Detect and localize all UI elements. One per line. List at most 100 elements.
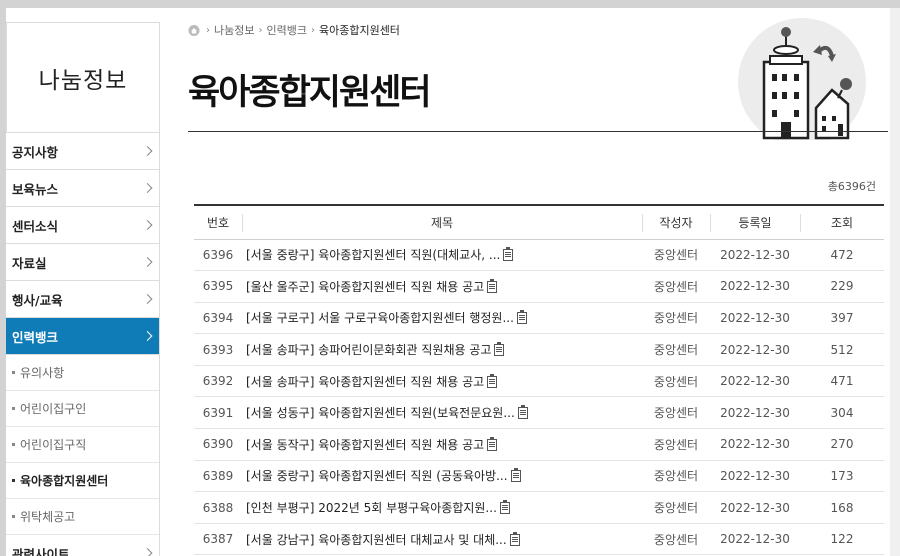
cell-author: 중앙센터 bbox=[642, 396, 710, 430]
cell-number: 6389 bbox=[194, 460, 242, 493]
table-row[interactable]: 6388 [인천 부평구] 2022년 5회 부평구육아종합지원... 중앙센터… bbox=[194, 491, 884, 524]
sidebar-item-resources[interactable]: 자료실 bbox=[6, 244, 159, 281]
buildings-illustration bbox=[720, 12, 870, 146]
post-title-link[interactable]: [서울 동작구] 육아종합지원센터 직원 채용 공고 bbox=[246, 438, 484, 452]
cell-number: 6392 bbox=[194, 365, 242, 398]
home-icon[interactable] bbox=[188, 24, 200, 36]
table-row[interactable]: 6392 [서울 송파구] 육아종합지원센터 직원 채용 공고 중앙센터 202… bbox=[194, 365, 884, 398]
document-icon bbox=[487, 436, 498, 451]
table-row[interactable]: 6389 [서울 중랑구] 육아종합지원센터 직원 (공동육아방... 중앙센터… bbox=[194, 460, 884, 493]
cell-author: 중앙센터 bbox=[642, 365, 710, 398]
sidebar-item-label: 자료실 bbox=[12, 255, 47, 271]
sidebar-item-job-bank[interactable]: 인력뱅크 bbox=[6, 318, 159, 355]
submenu-item-label: 어린이집구직 bbox=[20, 438, 87, 452]
submenu-item-childcare-support-center[interactable]: 육아종합지원센터 bbox=[6, 463, 159, 499]
breadcrumb-item[interactable]: 인력뱅크 bbox=[266, 22, 306, 38]
header-date: 등록일 bbox=[710, 204, 800, 240]
chevron-right-icon bbox=[142, 548, 153, 556]
bullet-icon bbox=[12, 515, 15, 518]
cell-subject: [서울 강남구] 육아종합지원센터 대체교사 및 대체... bbox=[242, 523, 642, 556]
sidebar-title: 나눔정보 bbox=[6, 22, 160, 132]
cell-subject: [서울 중랑구] 육아종합지원센터 직원 (공동육아방... bbox=[242, 460, 642, 493]
bullet-icon bbox=[12, 407, 15, 410]
total-count: 총6396건 bbox=[827, 180, 876, 193]
table-row[interactable]: 6393 [서울 송파구] 송파어린이문화회관 직원채용 공고 중앙센터 202… bbox=[194, 333, 884, 366]
header-subject: 제목 bbox=[242, 204, 642, 240]
cell-author: 중앙센터 bbox=[642, 270, 710, 303]
cell-author: 중앙센터 bbox=[642, 302, 710, 335]
table-row[interactable]: 6395 [울산 울주군] 육아종합지원센터 직원 채용 공고 중앙센터 202… bbox=[194, 270, 884, 303]
cell-date: 2022-12-30 bbox=[710, 239, 800, 272]
table-row[interactable]: 6396 [서울 중랑구] 육아종합지원센터 직원(대체교사, ... 중앙센터… bbox=[194, 239, 884, 272]
bullet-icon bbox=[12, 371, 15, 374]
cell-views: 173 bbox=[800, 460, 884, 493]
cell-author: 중앙센터 bbox=[642, 333, 710, 366]
cell-number: 6387 bbox=[194, 523, 242, 556]
sidebar-item-notices[interactable]: 공지사항 bbox=[6, 133, 159, 170]
submenu-item-daycare-job-seeking[interactable]: 어린이집구직 bbox=[6, 427, 159, 463]
cell-views: 471 bbox=[800, 365, 884, 398]
document-icon bbox=[510, 468, 521, 483]
document-icon bbox=[487, 278, 498, 293]
page: 나눔정보 공지사항 보육뉴스 센터소식 자료실 행사/교육 인력뱅크 유의사항 … bbox=[6, 8, 890, 556]
post-title-link[interactable]: [울산 울주군] 육아종합지원센터 직원 채용 공고 bbox=[246, 280, 484, 294]
chevron-right-icon bbox=[142, 183, 153, 193]
cell-number: 6393 bbox=[194, 333, 242, 366]
cell-views: 472 bbox=[800, 239, 884, 272]
cell-number: 6391 bbox=[194, 396, 242, 430]
submenu-item-daycare-hiring[interactable]: 어린이집구인 bbox=[6, 391, 159, 427]
breadcrumb-separator: › bbox=[310, 24, 315, 36]
cell-author: 중앙센터 bbox=[642, 460, 710, 493]
cell-subject: [인천 부평구] 2022년 5회 부평구육아종합지원... bbox=[242, 491, 642, 524]
post-title-link[interactable]: [서울 중랑구] 육아종합지원센터 직원(대체교사, ... bbox=[246, 248, 500, 262]
sidebar-item-label: 공지사항 bbox=[12, 144, 59, 160]
sidebar-menu: 공지사항 보육뉴스 센터소식 자료실 행사/교육 인력뱅크 유의사항 어린이집구… bbox=[6, 132, 160, 556]
sidebar-item-label: 보육뉴스 bbox=[12, 181, 59, 197]
cell-number: 6388 bbox=[194, 491, 242, 524]
cell-date: 2022-12-30 bbox=[710, 270, 800, 303]
breadcrumb-item[interactable]: 나눔정보 bbox=[214, 22, 254, 38]
document-icon bbox=[487, 373, 498, 388]
sidebar-item-label: 인력뱅크 bbox=[12, 329, 59, 345]
bullet-icon bbox=[12, 443, 15, 446]
cell-author: 중앙센터 bbox=[642, 239, 710, 272]
sidebar-item-related-sites[interactable]: 관련사이트 bbox=[6, 535, 159, 556]
post-title-link[interactable]: [서울 송파구] 육아종합지원센터 직원 채용 공고 bbox=[246, 375, 484, 389]
cell-number: 6394 bbox=[194, 302, 242, 335]
title-divider bbox=[188, 131, 888, 132]
post-title-link[interactable]: [서울 강남구] 육아종합지원센터 대체교사 및 대체... bbox=[246, 533, 507, 547]
post-title-link[interactable]: [서울 구로구] 서울 구로구육아종합지원센터 행정원... bbox=[246, 311, 514, 325]
post-title-link[interactable]: [서울 성동구] 육아종합지원센터 직원(보육전문요원... bbox=[246, 406, 515, 420]
scrollbar-track[interactable] bbox=[890, 8, 900, 556]
chevron-right-icon bbox=[142, 146, 153, 156]
cell-views: 122 bbox=[800, 523, 884, 556]
cell-subject: [서울 동작구] 육아종합지원센터 직원 채용 공고 bbox=[242, 428, 642, 461]
cell-date: 2022-12-30 bbox=[710, 460, 800, 493]
cell-views: 512 bbox=[800, 333, 884, 366]
sidebar-item-childcare-news[interactable]: 보육뉴스 bbox=[6, 170, 159, 207]
sidebar-item-center-news[interactable]: 센터소식 bbox=[6, 207, 159, 244]
cell-date: 2022-12-30 bbox=[710, 523, 800, 556]
cell-number: 6395 bbox=[194, 270, 242, 303]
document-icon bbox=[494, 342, 505, 357]
post-list-table: 번호 제목 작성자 등록일 조회 6396 [서울 중랑구] 육아종합지원센터 … bbox=[194, 204, 884, 556]
table-row[interactable]: 6387 [서울 강남구] 육아종합지원센터 대체교사 및 대체... 중앙센터… bbox=[194, 523, 884, 556]
chevron-right-icon bbox=[142, 294, 153, 304]
document-icon bbox=[499, 500, 510, 515]
submenu-item-consignment-notice[interactable]: 위탁체공고 bbox=[6, 499, 159, 535]
breadcrumb: › 나눔정보 › 인력뱅크 › 육아종합지원센터 bbox=[188, 22, 400, 38]
post-title-link[interactable]: [서울 중랑구] 육아종합지원센터 직원 (공동육아방... bbox=[246, 469, 508, 483]
table-row[interactable]: 6391 [서울 성동구] 육아종합지원센터 직원(보육전문요원... 중앙센터… bbox=[194, 396, 884, 430]
cell-date: 2022-12-30 bbox=[710, 428, 800, 461]
cell-date: 2022-12-30 bbox=[710, 365, 800, 398]
sidebar-item-events-education[interactable]: 행사/교육 bbox=[6, 281, 159, 318]
breadcrumb-separator: › bbox=[206, 24, 210, 36]
header-views: 조회 bbox=[800, 204, 884, 240]
table-row[interactable]: 6390 [서울 동작구] 육아종합지원센터 직원 채용 공고 중앙센터 202… bbox=[194, 428, 884, 461]
post-title-link[interactable]: [서울 송파구] 송파어린이문화회관 직원채용 공고 bbox=[246, 343, 491, 357]
submenu-item-precautions[interactable]: 유의사항 bbox=[6, 355, 159, 391]
cell-number: 6396 bbox=[194, 239, 242, 272]
cell-author: 중앙센터 bbox=[642, 491, 710, 524]
table-row[interactable]: 6394 [서울 구로구] 서울 구로구육아종합지원센터 행정원... 중앙센터… bbox=[194, 302, 884, 335]
post-title-link[interactable]: [인천 부평구] 2022년 5회 부평구육아종합지원... bbox=[246, 501, 497, 515]
